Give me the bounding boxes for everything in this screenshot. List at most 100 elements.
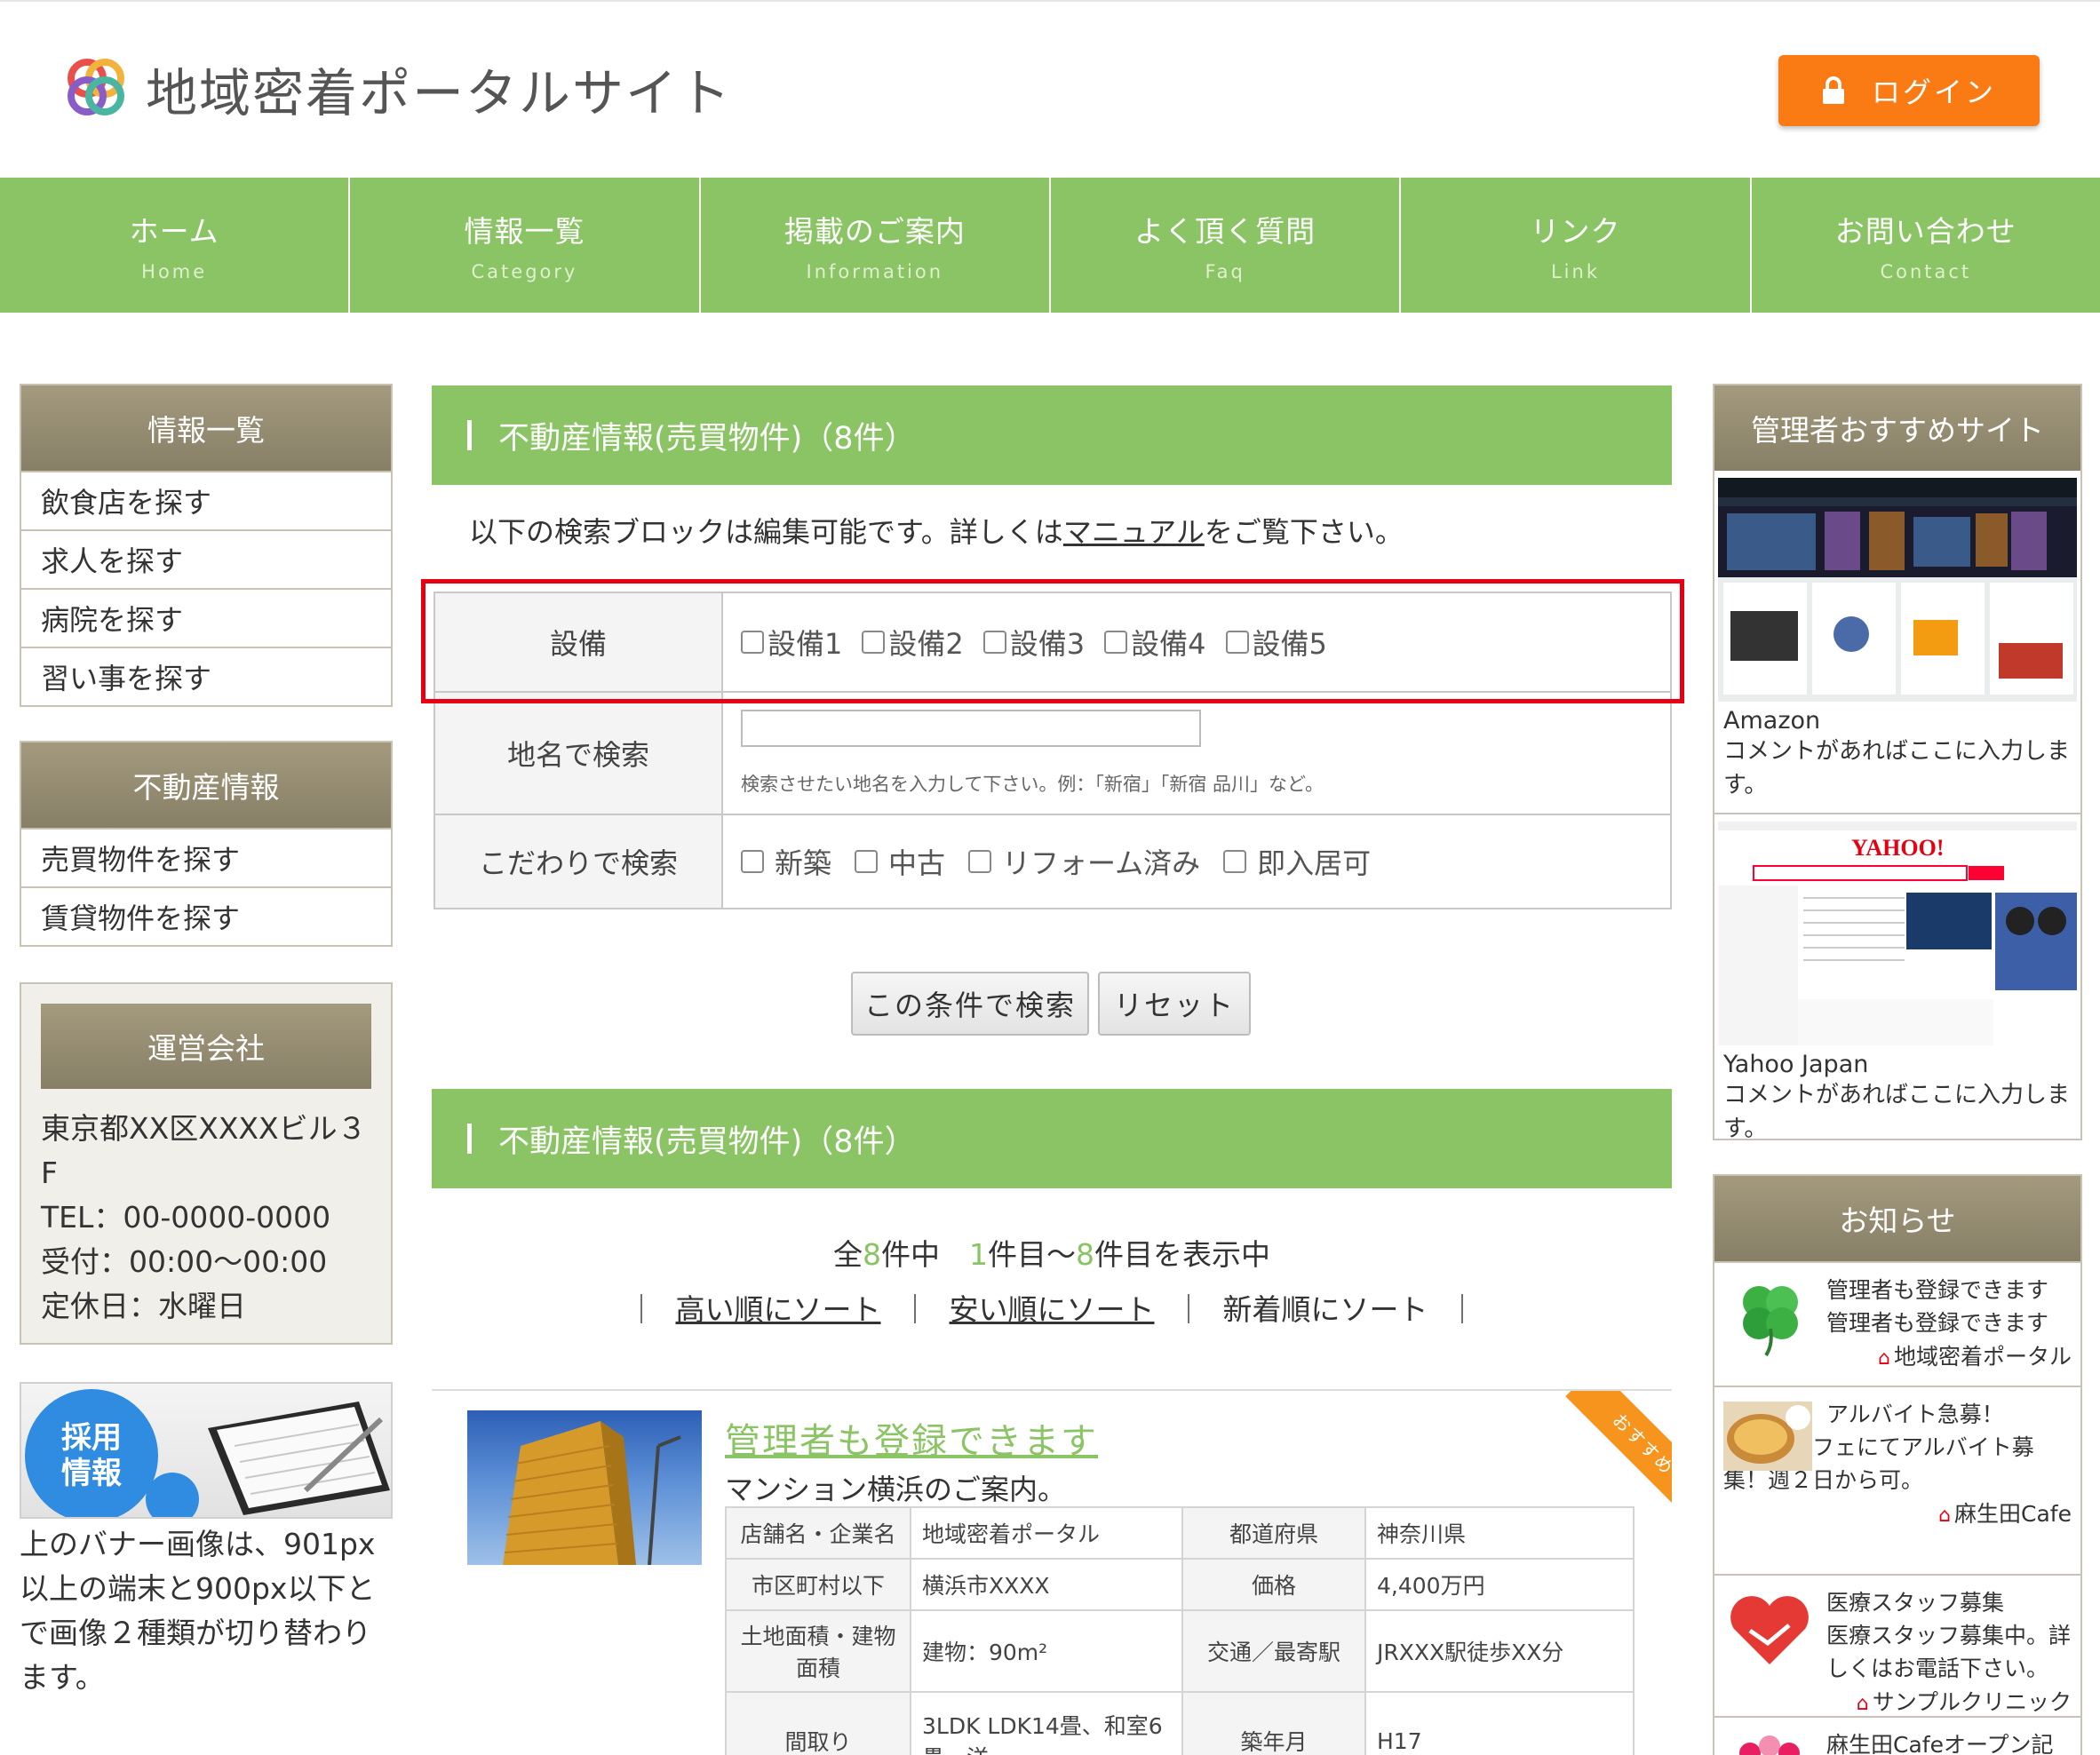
reset-button[interactable]: リセット [1098,972,1251,1036]
nav-label: ホーム [129,214,219,249]
count-suffix: 件目を表示中 [1094,1237,1270,1272]
banner-note: 上のバナー画像は、901px以上の端末と900px以下とで画像２種類が切り替わり… [20,1527,376,1695]
news-headline: 麻生田Cafeオープン記念 [1826,1732,2054,1755]
place-search-input[interactable] [741,710,1201,747]
intro-before: 以下の検索ブロックは編集可能です。詳しくは [469,515,1063,549]
results-section-header: 不動産情報(売買物件)（8件） [432,1089,1672,1188]
sort-low-link[interactable]: 安い順にソート [950,1292,1155,1327]
nav-label: よく頂く質問 [1134,214,1316,249]
banner-text: 採用 情報 [61,1420,122,1491]
table-cell: 3LDK LDK14畳、和室6畳、洋 [910,1691,1183,1755]
checkbox[interactable] [968,850,992,873]
company-info: 東京都XX区XXXXビル３F TEL：00-0000-0000 受付：00:00… [41,1107,378,1329]
sort-new[interactable]: 新着順にソート [1223,1292,1428,1327]
kodawari-option-used[interactable]: 中古 [855,841,945,882]
news-item[interactable]: アルバイト急募！ 麻生田カフェにてアルバイト募集！週２日から可。 ⌂ 麻生田Caf… [1714,1386,2080,1574]
site-name-amazon[interactable]: Amazon [1714,707,2080,735]
table-header: 間取り [725,1691,911,1755]
news-item[interactable]: 麻生田Cafeオープン記念 [1714,1716,2080,1755]
table-header: 店舗名・企業名 [725,1506,911,1560]
table-row: 間取り 3LDK LDK14畳、和室6畳、洋 築年月 H17 [725,1691,1635,1755]
lock-icon [1822,76,1844,104]
kodawari-option-new[interactable]: 新築 [741,841,831,882]
yahoo-screenshot[interactable]: YAHOO! [1718,822,2077,1045]
sort-high-link[interactable]: 高い順にソート [676,1292,881,1327]
sidebar-item-sale[interactable]: 売買物件を探す [21,828,391,886]
table-header: 都道府県 [1181,1506,1366,1560]
listing-photo[interactable] [467,1410,702,1565]
site-title[interactable]: 地域密着ポータルサイト [146,52,732,126]
checkbox[interactable] [855,850,879,873]
news-headline: 医療スタッフ募集 [1826,1590,2005,1616]
nav-link[interactable]: リンク Link [1401,178,1752,313]
kodawari-row: こだわりで検索 新築 中古 リフォーム済み 即入居可 [435,814,1670,908]
sidebar-item-hospital[interactable]: 病院を探す [21,588,391,647]
count-from: 1 [969,1237,988,1272]
sidebar-item-restaurant[interactable]: 飲食店を探す [21,471,391,529]
sort-separator: ｜ [1173,1292,1204,1327]
count-to: 8 [1076,1237,1094,1272]
news-item[interactable]: 管理者も登録できます 管理者も登録できます ⌂ 地域密着ポータル [1714,1261,2080,1386]
login-label: ログイン [1871,75,1996,109]
news-item[interactable]: 医療スタッフ募集 医療スタッフ募集中。詳しくはお電話下さい。 ⌂ サンプルクリニッ… [1714,1574,2080,1716]
nav-information[interactable]: 掲載のご案内 Information [701,178,1051,313]
amazon-screenshot[interactable] [1718,478,2077,702]
home-icon: ⌂ [1878,1347,1890,1370]
logo-icon[interactable] [64,55,128,119]
sidebar-item-jobs[interactable]: 求人を探す [21,529,391,588]
ribbon-label: おすすめ [1565,1391,1672,1522]
heading-bar [467,420,472,450]
kodawari-option-immediate[interactable]: 即入居可 [1223,841,1371,882]
heart-hand-icon [1730,1596,1809,1664]
checkbox[interactable] [741,850,764,873]
table-cell: 4,400万円 [1364,1558,1635,1611]
kodawari-label: こだわりで検索 [435,815,723,908]
sort-separator: ｜ [626,1292,656,1327]
nav-sub: Contact [1880,261,1972,282]
site-name-yahoo[interactable]: Yahoo Japan [1714,1051,2080,1078]
sidebar-item-lessons[interactable]: 習い事を探す [21,647,391,705]
table-header: 価格 [1181,1558,1366,1611]
nav-faq[interactable]: よく頂く質問 Faq [1051,178,1402,313]
sidebar-item-rent[interactable]: 賃貸物件を探す [21,886,391,945]
login-button[interactable]: ログイン [1778,55,2040,126]
nav-sub: Link [1550,261,1600,282]
place-label: 地名で検索 [435,693,723,814]
table-row: 市区町村以下 横浜市XXXX 価格 4,400万円 [725,1558,1635,1611]
realestate-box: 不動産情報 売買物件を探す 賃貸物件を探す [20,741,393,947]
heading-bar [467,1124,472,1154]
nav-category[interactable]: 情報一覧 Category [350,178,701,313]
flower-icon [1739,1735,1800,1755]
result-count: 全8件中 1件目〜8件目を表示中 [432,1231,1672,1274]
search-button[interactable]: この条件で検索 [851,972,1089,1036]
manual-link[interactable]: マニュアル [1063,515,1205,549]
global-nav: ホーム Home 情報一覧 Category 掲載のご案内 Information よ… [0,178,2100,313]
table-cell: 神奈川県 [1364,1506,1635,1560]
listing-title-link[interactable]: 管理者も登録できます [725,1412,1098,1464]
realestate-title: 不動産情報 [21,742,391,828]
sidebar-divider [1714,813,2080,814]
table-row: 土地面積・建物面積 建物：90m² 交通／最寄駅 JRXXX駅徒歩XX分 [725,1609,1635,1693]
nav-sub: Information [806,261,944,282]
kodawari-option-reform[interactable]: リフォーム済み [968,841,1200,882]
listing-detail-table: 店舗名・企業名 地域密着ポータル 都道府県 神奈川県 市区町村以下 横浜市XXX… [725,1506,1635,1755]
clover-icon [1743,1286,1798,1357]
home-icon: ⌂ [1938,1505,1952,1527]
nav-sub: Faq [1205,261,1245,282]
recommended-sites-box: 管理者おすすめサイト Amazon コメントがあればここに入力します。 YAHO… [1713,384,2082,1142]
news-body: 管理者も登録できます [1826,1310,2049,1336]
company-hours: 受付：00:00〜00:00 [41,1244,328,1279]
results-divider [432,1389,1672,1391]
place-cell: 検索させたい地名を入力して下さい。例：「新宿」「新宿 品川」など。 [723,693,1670,814]
table-header: 築年月 [1181,1691,1366,1755]
building-image [503,1421,681,1565]
nav-home[interactable]: ホーム Home [0,178,351,313]
news-source-label: 地域密着ポータル [1893,1344,2072,1370]
table-cell: 横浜市XXXX [910,1558,1183,1611]
recruit-banner[interactable]: 採用 情報 [20,1382,393,1519]
nav-contact[interactable]: お問い合わせ Contact [1752,178,2100,313]
table-cell: 地域密着ポータル [910,1506,1183,1560]
count-mid: 件中 [881,1237,969,1272]
checkbox[interactable] [1223,850,1247,873]
table-header: 交通／最寄駅 [1181,1609,1366,1693]
